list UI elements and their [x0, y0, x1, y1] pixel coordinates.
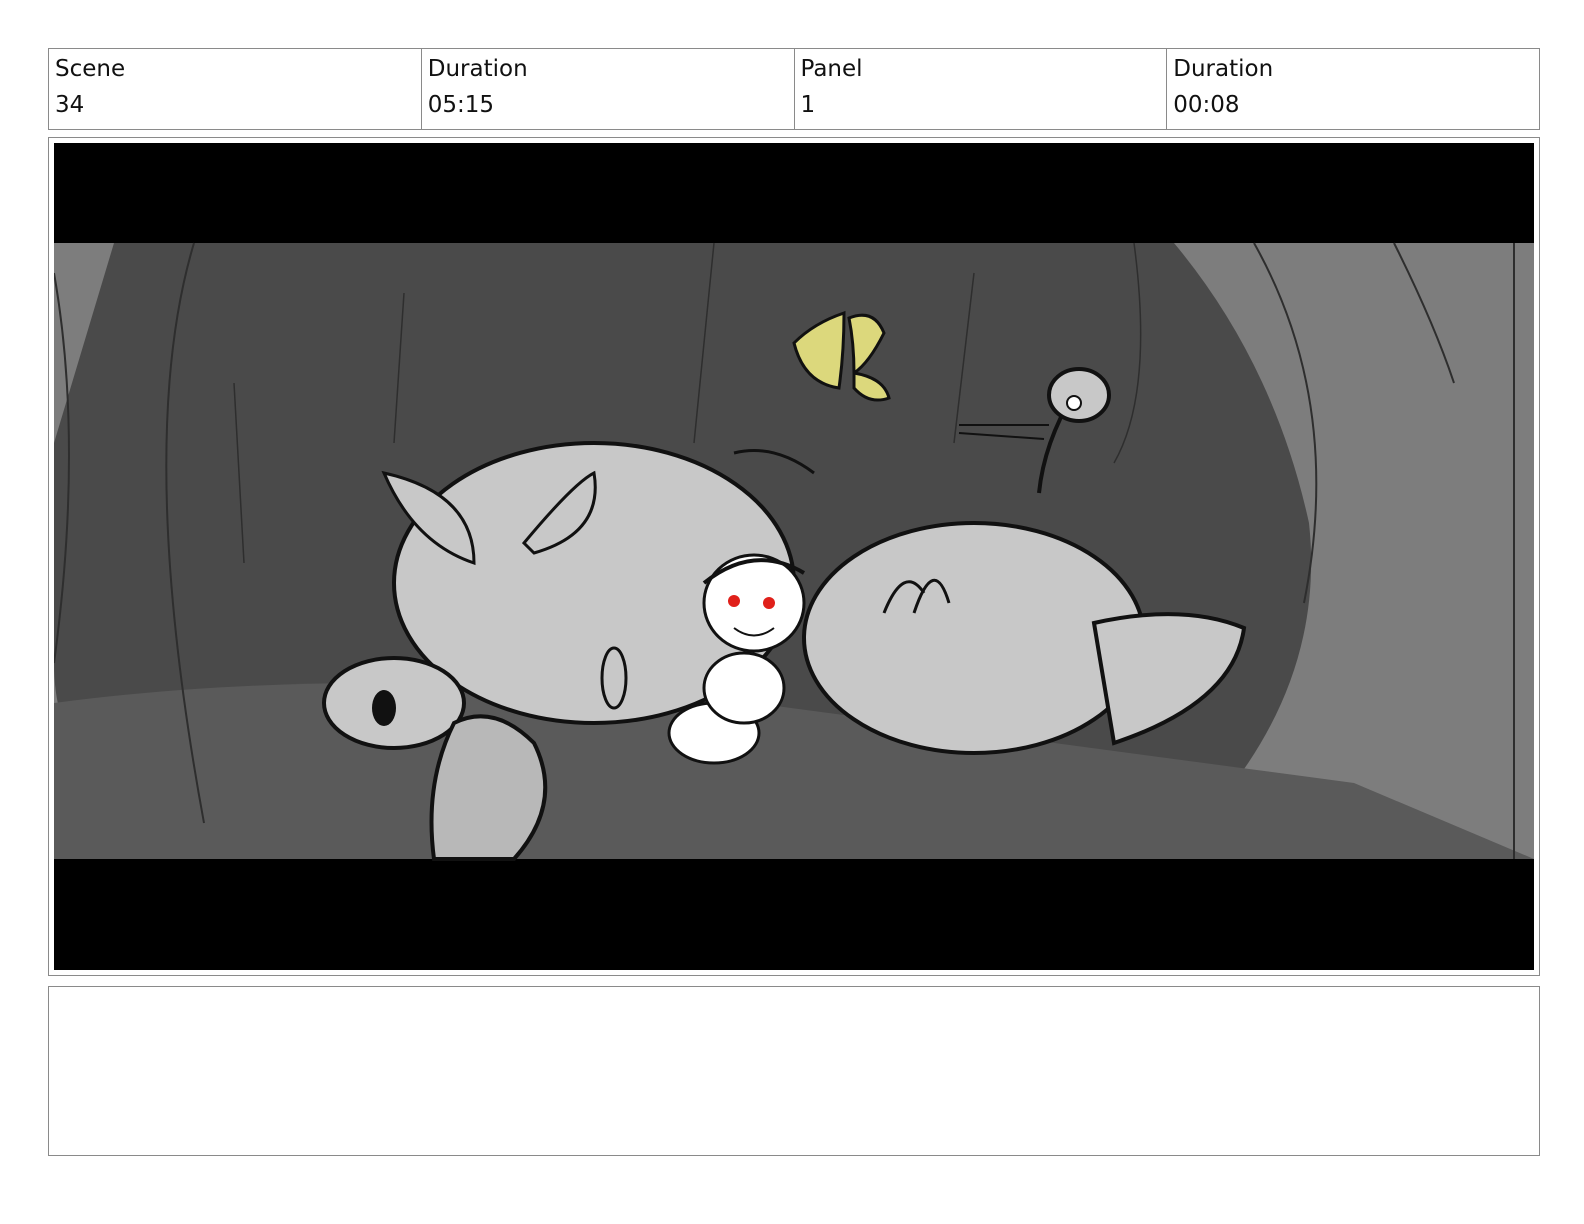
- creature-body: [802, 521, 1146, 755]
- panel-notes: [48, 986, 1540, 1156]
- storyboard-header: Scene 34 Duration 05:15 Panel 1 Duration…: [48, 48, 1540, 130]
- panel-label: Panel: [800, 56, 863, 82]
- creature-eye: [1066, 395, 1082, 411]
- scene-value: 34: [55, 92, 85, 118]
- child-eye-right: [763, 597, 775, 609]
- panel-duration-cell: Duration 00:08: [1167, 49, 1539, 129]
- storyboard-sketch: [54, 143, 1534, 970]
- panel-duration-label: Duration: [1173, 56, 1274, 82]
- storyboard-panel-frame: [48, 137, 1540, 976]
- scene-cell: Scene 34: [49, 49, 422, 129]
- letterbox-top: [54, 143, 1534, 243]
- scene-duration-label: Duration: [427, 56, 528, 82]
- creature-head: [1047, 367, 1111, 423]
- panel-value: 1: [800, 92, 816, 118]
- child-body: [702, 651, 786, 725]
- beast-nostril: [372, 690, 396, 726]
- panel-duration-value: 00:08: [1173, 92, 1240, 118]
- scene-duration-cell: Duration 05:15: [422, 49, 795, 129]
- scene-duration-value: 05:15: [427, 92, 495, 118]
- sketch-drawing: [54, 143, 1534, 970]
- scene-label: Scene: [55, 56, 126, 82]
- child-head: [702, 553, 806, 653]
- child-eye-left: [728, 595, 740, 607]
- letterbox-bottom: [54, 859, 1534, 970]
- beast-leg: [429, 714, 548, 861]
- panel-cell: Panel 1: [795, 49, 1168, 129]
